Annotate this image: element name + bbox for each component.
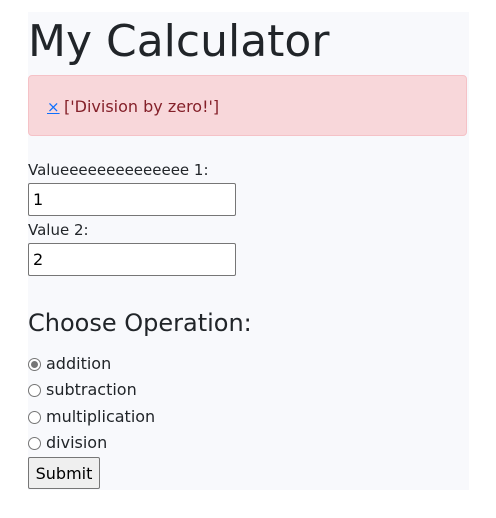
radio-option-subtraction[interactable]: subtraction — [28, 379, 137, 401]
page-title: My Calculator — [28, 16, 330, 67]
operation-heading: Choose Operation: — [28, 309, 252, 337]
multiplication-radio[interactable] — [28, 410, 41, 424]
multiplication-label: multiplication — [46, 407, 156, 426]
subtraction-radio[interactable] — [28, 383, 41, 397]
division-label: division — [46, 433, 108, 452]
alert-message: ['Division by zero!'] — [64, 97, 220, 116]
radio-option-multiplication[interactable]: multiplication — [28, 406, 155, 428]
value1-input[interactable] — [28, 183, 236, 216]
addition-label: addition — [46, 354, 112, 373]
addition-radio[interactable] — [28, 357, 41, 371]
submit-button[interactable]: Submit — [28, 457, 100, 489]
radio-option-addition[interactable]: addition — [28, 353, 111, 375]
value2-input[interactable] — [28, 243, 236, 276]
subtraction-label: subtraction — [46, 380, 137, 399]
radio-option-division[interactable]: division — [28, 432, 107, 454]
alert-close-link[interactable]: × — [47, 97, 60, 117]
value1-label: Valueeeeeeeeeeeeee 1: — [28, 161, 209, 179]
calculator-container: My Calculator × ['Division by zero!'] Va… — [28, 12, 469, 490]
value2-label: Value 2: — [28, 221, 89, 239]
error-alert: × ['Division by zero!'] — [28, 75, 467, 136]
division-radio[interactable] — [28, 436, 41, 450]
